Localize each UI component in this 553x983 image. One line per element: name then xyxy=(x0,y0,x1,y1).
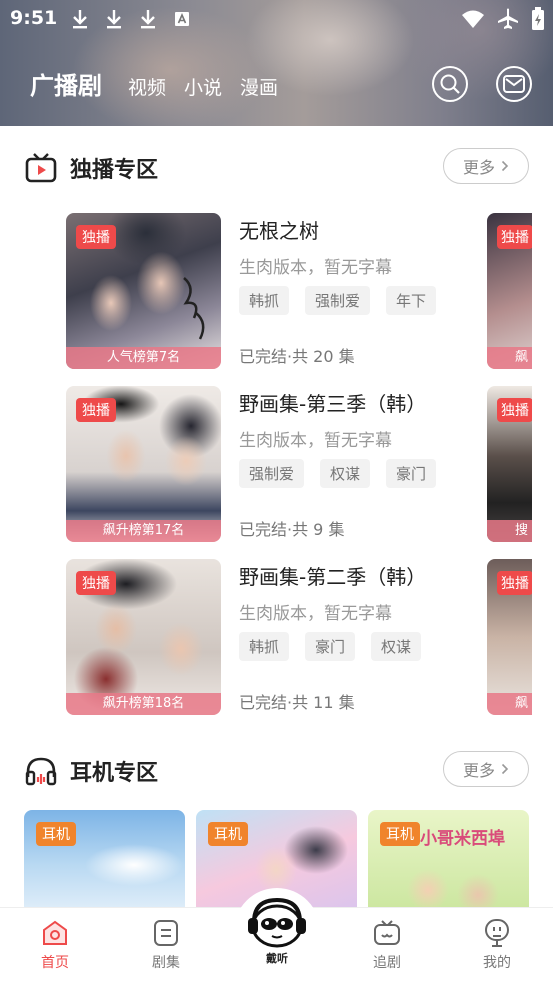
drama-cover[interactable]: 独播 飙升榜第17名 xyxy=(66,386,221,542)
nav-label: 剧集 xyxy=(152,955,180,971)
tag-chip[interactable]: 强制爱 xyxy=(239,459,305,488)
fab-label: 戴听 xyxy=(266,952,288,965)
more-button[interactable]: 更多 xyxy=(443,751,529,787)
tab-comic[interactable]: 漫画 xyxy=(240,73,278,100)
download-icon xyxy=(73,10,87,29)
nav-home[interactable]: 首页 xyxy=(25,918,85,972)
exclusive-tag: 独播 xyxy=(76,398,116,422)
exclusive-section-header: 独播专区 更多 xyxy=(0,148,553,188)
drama-subtitle: 生肉版本，暂无字幕 xyxy=(239,431,392,451)
tab-radio-drama[interactable]: 广播剧 xyxy=(30,66,102,101)
exclusive-tag: 独播 xyxy=(76,225,116,249)
header: 9:51 广播剧 视频 小说 漫画 xyxy=(0,0,553,126)
section-title: 独播专区 xyxy=(70,158,159,183)
exclusive-tag: 独播 xyxy=(497,398,532,422)
nav-following[interactable]: 追剧 xyxy=(357,918,417,972)
drama-status: 已完结·共 20 集 xyxy=(239,347,355,366)
rank-badge: 飙 xyxy=(487,347,532,369)
mail-icon xyxy=(503,75,525,93)
status-icons-left xyxy=(70,8,192,30)
tag-chips: 强制爱 权谋 豪门 xyxy=(239,459,437,488)
exclusive-tag: 独播 xyxy=(76,571,116,595)
more-label: 更多 xyxy=(462,158,495,177)
status-bar: 9:51 xyxy=(0,0,553,38)
status-time: 9:51 xyxy=(10,7,58,29)
drama-title[interactable]: 野画集-第二季（韩） xyxy=(239,561,426,590)
tag-chip[interactable]: 豪门 xyxy=(305,632,356,661)
wifi-icon xyxy=(462,10,484,28)
tag-chip[interactable]: 权谋 xyxy=(320,459,371,488)
download-icon xyxy=(141,10,155,29)
tab-novel[interactable]: 小说 xyxy=(184,73,222,100)
center-fab-button[interactable]: 戴听 xyxy=(234,888,320,974)
section-title: 耳机专区 xyxy=(70,761,159,786)
profile-icon xyxy=(485,919,509,947)
exclusive-tag: 独播 xyxy=(497,571,532,595)
headphone-tag: 耳机 xyxy=(380,822,420,846)
message-button[interactable] xyxy=(496,66,532,102)
list-icon xyxy=(154,920,178,946)
tv-icon xyxy=(374,920,400,945)
tv-icon xyxy=(25,153,57,183)
rank-badge: 飙 xyxy=(487,693,532,715)
drama-cover-peek[interactable]: 独播 飙 xyxy=(487,559,532,715)
rank-badge: 飙升榜第17名 xyxy=(66,520,221,542)
top-tabs: 广播剧 视频 小说 漫画 xyxy=(30,66,296,106)
drama-item[interactable]: 独播 飙升榜第18名 野画集-第二季（韩） 生肉版本，暂无字幕 韩抓 豪门 权谋… xyxy=(66,559,486,715)
tag-chip[interactable]: 年下 xyxy=(386,286,437,315)
tag-chip[interactable]: 强制爱 xyxy=(305,286,371,315)
drama-status: 已完结·共 11 集 xyxy=(239,693,355,712)
tag-chips: 韩抓 豪门 权谋 xyxy=(239,632,422,661)
drama-subtitle: 生肉版本，暂无字幕 xyxy=(239,604,392,624)
card-art-title: 小哥米西埠 xyxy=(420,829,505,849)
more-button[interactable]: 更多 xyxy=(443,148,529,184)
drama-subtitle: 生肉版本，暂无字幕 xyxy=(239,258,392,278)
rank-badge: 飙升榜第18名 xyxy=(66,693,221,715)
drama-cover-peek[interactable]: 独播 飙 xyxy=(487,213,532,369)
tag-chip[interactable]: 豪门 xyxy=(386,459,437,488)
rank-badge: 人气榜第7名 xyxy=(66,347,221,369)
airplane-icon xyxy=(498,8,518,29)
drama-item[interactable]: 独播 飙升榜第17名 野画集-第三季（韩） 生肉版本，暂无字幕 强制爱 权谋 豪… xyxy=(66,386,486,542)
mascot-headphone-icon xyxy=(248,897,306,948)
nav-label: 追剧 xyxy=(373,955,401,971)
chevron-right-icon xyxy=(501,763,509,775)
headphone-section-header: 耳机专区 更多 xyxy=(0,751,553,791)
tab-video[interactable]: 视频 xyxy=(128,73,166,100)
nav-profile[interactable]: 我的 xyxy=(467,918,527,972)
headphone-card[interactable]: 耳机 小哥米西埠 xyxy=(368,810,529,920)
drama-item[interactable]: 独播 人气榜第7名 无根之树 生肉版本，暂无字幕 韩抓 强制爱 年下 已完结·共… xyxy=(66,213,486,369)
rank-badge: 搜 xyxy=(487,520,532,542)
battery-icon xyxy=(532,7,544,30)
search-button[interactable] xyxy=(432,66,468,102)
drama-cover[interactable]: 独播 飙升榜第18名 xyxy=(66,559,221,715)
tag-chip[interactable]: 韩抓 xyxy=(239,286,290,315)
drama-status: 已完结·共 9 集 xyxy=(239,520,345,539)
nav-label: 我的 xyxy=(483,955,511,971)
nav-episodes[interactable]: 剧集 xyxy=(136,918,196,972)
headphone-card[interactable]: 耳机 xyxy=(24,810,185,920)
status-icons-right xyxy=(461,7,545,31)
more-label: 更多 xyxy=(462,761,495,780)
home-icon xyxy=(43,920,67,945)
tag-chip[interactable]: 权谋 xyxy=(371,632,422,661)
headphone-tag: 耳机 xyxy=(208,822,248,846)
drama-title[interactable]: 无根之树 xyxy=(239,215,319,244)
headphone-icon xyxy=(25,757,57,786)
headphone-tag: 耳机 xyxy=(36,822,76,846)
drama-title[interactable]: 野画集-第三季（韩） xyxy=(239,388,426,417)
download-icon xyxy=(107,10,121,29)
tag-chips: 韩抓 强制爱 年下 xyxy=(239,286,437,315)
search-icon xyxy=(440,74,460,94)
nav-label: 首页 xyxy=(41,955,69,971)
tag-chip[interactable]: 韩抓 xyxy=(239,632,290,661)
font-a-icon xyxy=(175,12,189,26)
exclusive-tag: 独播 xyxy=(497,225,532,249)
drama-cover-peek[interactable]: 独播 搜 xyxy=(487,386,532,542)
calligraphy-art xyxy=(183,277,205,340)
chevron-right-icon xyxy=(501,160,509,172)
drama-cover[interactable]: 独播 人气榜第7名 xyxy=(66,213,221,369)
